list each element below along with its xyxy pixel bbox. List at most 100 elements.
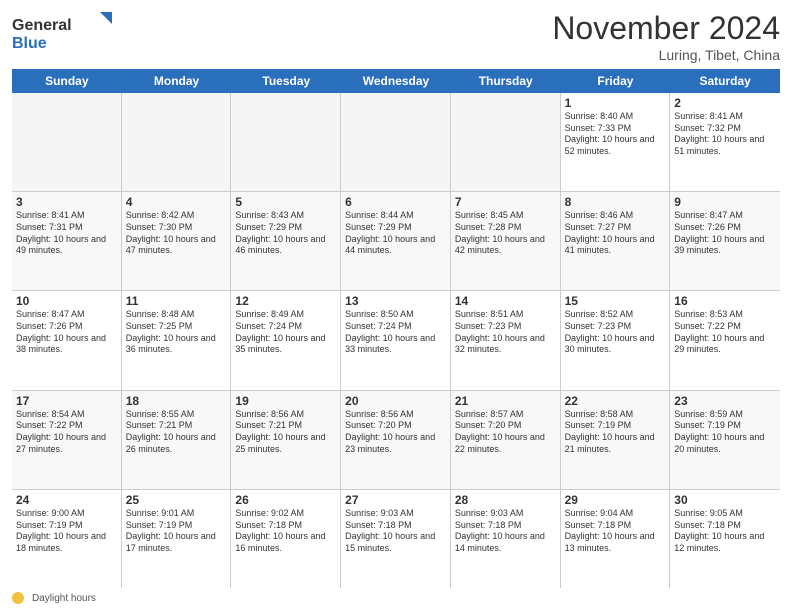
day-cell-24: 24Sunrise: 9:00 AM Sunset: 7:19 PM Dayli…: [12, 490, 122, 588]
day-number-23: 23: [674, 394, 776, 408]
day-info-21: Sunrise: 8:57 AM Sunset: 7:20 PM Dayligh…: [455, 409, 556, 456]
day-number-4: 4: [126, 195, 227, 209]
day-number-22: 22: [565, 394, 666, 408]
day-info-16: Sunrise: 8:53 AM Sunset: 7:22 PM Dayligh…: [674, 309, 776, 356]
calendar-body: 1Sunrise: 8:40 AM Sunset: 7:33 PM Daylig…: [12, 93, 780, 588]
weekday-sunday: Sunday: [12, 69, 122, 93]
daylight-hours-label: Daylight hours: [32, 593, 96, 604]
day-number-15: 15: [565, 294, 666, 308]
day-info-13: Sunrise: 8:50 AM Sunset: 7:24 PM Dayligh…: [345, 309, 446, 356]
svg-text:Blue: Blue: [12, 35, 47, 52]
day-cell-22: 22Sunrise: 8:58 AM Sunset: 7:19 PM Dayli…: [561, 391, 671, 489]
header: General Blue November 2024 Luring, Tibet…: [12, 10, 780, 63]
day-cell-2: 2Sunrise: 8:41 AM Sunset: 7:32 PM Daylig…: [670, 93, 780, 191]
day-cell-28: 28Sunrise: 9:03 AM Sunset: 7:18 PM Dayli…: [451, 490, 561, 588]
day-number-26: 26: [235, 493, 336, 507]
day-info-4: Sunrise: 8:42 AM Sunset: 7:30 PM Dayligh…: [126, 210, 227, 257]
page: General Blue November 2024 Luring, Tibet…: [0, 0, 792, 612]
day-info-11: Sunrise: 8:48 AM Sunset: 7:25 PM Dayligh…: [126, 309, 227, 356]
cal-row-0: 1Sunrise: 8:40 AM Sunset: 7:33 PM Daylig…: [12, 93, 780, 192]
day-number-18: 18: [126, 394, 227, 408]
day-info-26: Sunrise: 9:02 AM Sunset: 7:18 PM Dayligh…: [235, 508, 336, 555]
month-title: November 2024: [552, 10, 780, 47]
weekday-tuesday: Tuesday: [231, 69, 341, 93]
title-block: November 2024 Luring, Tibet, China: [552, 10, 780, 63]
logo-svg: General Blue: [12, 10, 122, 54]
day-number-16: 16: [674, 294, 776, 308]
day-cell-7: 7Sunrise: 8:45 AM Sunset: 7:28 PM Daylig…: [451, 192, 561, 290]
day-cell-23: 23Sunrise: 8:59 AM Sunset: 7:19 PM Dayli…: [670, 391, 780, 489]
day-info-24: Sunrise: 9:00 AM Sunset: 7:19 PM Dayligh…: [16, 508, 117, 555]
day-info-12: Sunrise: 8:49 AM Sunset: 7:24 PM Dayligh…: [235, 309, 336, 356]
day-cell-8: 8Sunrise: 8:46 AM Sunset: 7:27 PM Daylig…: [561, 192, 671, 290]
day-number-29: 29: [565, 493, 666, 507]
svg-text:General: General: [12, 17, 72, 34]
day-info-5: Sunrise: 8:43 AM Sunset: 7:29 PM Dayligh…: [235, 210, 336, 257]
day-cell-29: 29Sunrise: 9:04 AM Sunset: 7:18 PM Dayli…: [561, 490, 671, 588]
day-info-29: Sunrise: 9:04 AM Sunset: 7:18 PM Dayligh…: [565, 508, 666, 555]
day-number-12: 12: [235, 294, 336, 308]
day-number-11: 11: [126, 294, 227, 308]
location: Luring, Tibet, China: [552, 47, 780, 63]
weekday-monday: Monday: [122, 69, 232, 93]
calendar: Sunday Monday Tuesday Wednesday Thursday…: [12, 69, 780, 588]
day-cell-10: 10Sunrise: 8:47 AM Sunset: 7:26 PM Dayli…: [12, 291, 122, 389]
day-info-3: Sunrise: 8:41 AM Sunset: 7:31 PM Dayligh…: [16, 210, 117, 257]
day-info-6: Sunrise: 8:44 AM Sunset: 7:29 PM Dayligh…: [345, 210, 446, 257]
day-cell-14: 14Sunrise: 8:51 AM Sunset: 7:23 PM Dayli…: [451, 291, 561, 389]
day-info-22: Sunrise: 8:58 AM Sunset: 7:19 PM Dayligh…: [565, 409, 666, 456]
day-number-21: 21: [455, 394, 556, 408]
cal-row-4: 24Sunrise: 9:00 AM Sunset: 7:19 PM Dayli…: [12, 490, 780, 588]
day-info-10: Sunrise: 8:47 AM Sunset: 7:26 PM Dayligh…: [16, 309, 117, 356]
day-cell-30: 30Sunrise: 9:05 AM Sunset: 7:18 PM Dayli…: [670, 490, 780, 588]
day-info-14: Sunrise: 8:51 AM Sunset: 7:23 PM Dayligh…: [455, 309, 556, 356]
day-cell-12: 12Sunrise: 8:49 AM Sunset: 7:24 PM Dayli…: [231, 291, 341, 389]
day-info-27: Sunrise: 9:03 AM Sunset: 7:18 PM Dayligh…: [345, 508, 446, 555]
day-cell-18: 18Sunrise: 8:55 AM Sunset: 7:21 PM Dayli…: [122, 391, 232, 489]
day-number-27: 27: [345, 493, 446, 507]
day-cell-5: 5Sunrise: 8:43 AM Sunset: 7:29 PM Daylig…: [231, 192, 341, 290]
empty-cell-0-2: [231, 93, 341, 191]
day-info-28: Sunrise: 9:03 AM Sunset: 7:18 PM Dayligh…: [455, 508, 556, 555]
day-cell-11: 11Sunrise: 8:48 AM Sunset: 7:25 PM Dayli…: [122, 291, 232, 389]
day-number-20: 20: [345, 394, 446, 408]
day-info-15: Sunrise: 8:52 AM Sunset: 7:23 PM Dayligh…: [565, 309, 666, 356]
weekday-thursday: Thursday: [451, 69, 561, 93]
day-info-2: Sunrise: 8:41 AM Sunset: 7:32 PM Dayligh…: [674, 111, 776, 158]
day-number-14: 14: [455, 294, 556, 308]
day-cell-25: 25Sunrise: 9:01 AM Sunset: 7:19 PM Dayli…: [122, 490, 232, 588]
day-cell-4: 4Sunrise: 8:42 AM Sunset: 7:30 PM Daylig…: [122, 192, 232, 290]
day-info-8: Sunrise: 8:46 AM Sunset: 7:27 PM Dayligh…: [565, 210, 666, 257]
weekday-wednesday: Wednesday: [341, 69, 451, 93]
day-number-24: 24: [16, 493, 117, 507]
day-info-30: Sunrise: 9:05 AM Sunset: 7:18 PM Dayligh…: [674, 508, 776, 555]
sun-icon: [12, 592, 24, 604]
day-cell-15: 15Sunrise: 8:52 AM Sunset: 7:23 PM Dayli…: [561, 291, 671, 389]
empty-cell-0-4: [451, 93, 561, 191]
day-cell-21: 21Sunrise: 8:57 AM Sunset: 7:20 PM Dayli…: [451, 391, 561, 489]
day-cell-16: 16Sunrise: 8:53 AM Sunset: 7:22 PM Dayli…: [670, 291, 780, 389]
cal-row-1: 3Sunrise: 8:41 AM Sunset: 7:31 PM Daylig…: [12, 192, 780, 291]
day-number-3: 3: [16, 195, 117, 209]
day-number-17: 17: [16, 394, 117, 408]
weekday-saturday: Saturday: [670, 69, 780, 93]
day-number-10: 10: [16, 294, 117, 308]
day-number-6: 6: [345, 195, 446, 209]
day-cell-9: 9Sunrise: 8:47 AM Sunset: 7:26 PM Daylig…: [670, 192, 780, 290]
day-cell-13: 13Sunrise: 8:50 AM Sunset: 7:24 PM Dayli…: [341, 291, 451, 389]
day-info-7: Sunrise: 8:45 AM Sunset: 7:28 PM Dayligh…: [455, 210, 556, 257]
day-number-28: 28: [455, 493, 556, 507]
day-info-1: Sunrise: 8:40 AM Sunset: 7:33 PM Dayligh…: [565, 111, 666, 158]
day-number-5: 5: [235, 195, 336, 209]
day-cell-19: 19Sunrise: 8:56 AM Sunset: 7:21 PM Dayli…: [231, 391, 341, 489]
day-number-9: 9: [674, 195, 776, 209]
day-number-8: 8: [565, 195, 666, 209]
day-number-7: 7: [455, 195, 556, 209]
empty-cell-0-1: [122, 93, 232, 191]
footer: Daylight hours: [12, 592, 780, 604]
day-number-2: 2: [674, 96, 776, 110]
day-info-9: Sunrise: 8:47 AM Sunset: 7:26 PM Dayligh…: [674, 210, 776, 257]
day-number-13: 13: [345, 294, 446, 308]
empty-cell-0-3: [341, 93, 451, 191]
day-cell-20: 20Sunrise: 8:56 AM Sunset: 7:20 PM Dayli…: [341, 391, 451, 489]
